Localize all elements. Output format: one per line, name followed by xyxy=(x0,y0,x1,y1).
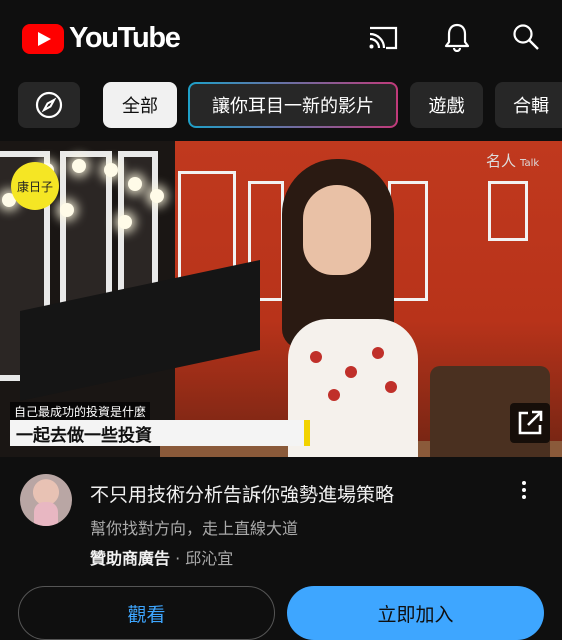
chip-mixes[interactable]: 合輯 xyxy=(495,82,562,128)
search-icon[interactable] xyxy=(509,20,543,54)
compass-icon xyxy=(35,91,63,119)
more-vert-icon xyxy=(522,481,526,499)
brand-watermark: 名人 Talk xyxy=(486,150,539,171)
dress-flower xyxy=(310,351,322,363)
ad-video-thumbnail[interactable]: 康日子 名人 Talk 自己最成功的投資是什麼 一起去做一些投資 xyxy=(0,141,562,457)
chip-label: 讓你耳目一新的影片 xyxy=(212,96,374,117)
dress-flower xyxy=(372,347,384,359)
shelf xyxy=(488,181,528,241)
ad-title[interactable]: 不只用技術分析告訴你強勢進場策略 xyxy=(90,480,394,507)
open-in-new-icon xyxy=(518,410,543,435)
caption-main: 一起去做一些投資 xyxy=(10,420,310,446)
brand-mark-text: 名人 xyxy=(486,152,517,170)
light-bulb xyxy=(60,203,74,217)
chip-label: 全部 xyxy=(122,96,158,117)
brand-mark-sub: Talk xyxy=(520,158,540,169)
cast-icon[interactable] xyxy=(366,20,400,54)
door xyxy=(388,181,428,301)
channel-name: 邱沁宜 xyxy=(185,549,234,568)
watch-label: 觀看 xyxy=(127,603,166,626)
chip-all[interactable]: 全部 xyxy=(103,82,177,128)
dress-flower xyxy=(345,366,357,378)
youtube-logo[interactable]: YouTube xyxy=(22,22,181,55)
caption-question: 自己最成功的投資是什麼 xyxy=(10,402,151,421)
join-label: 立即加入 xyxy=(377,603,454,626)
ad-meta: 贊助商廣告 · 邱沁宜 xyxy=(90,545,233,569)
more-options-button[interactable] xyxy=(512,478,536,502)
explore-button[interactable] xyxy=(18,82,80,128)
light-bulb xyxy=(118,215,132,229)
open-in-new-button[interactable] xyxy=(510,403,550,443)
top-app-bar: YouTube xyxy=(0,0,562,72)
chip-label: 合輯 xyxy=(513,96,549,117)
channel-avatar[interactable] xyxy=(20,474,72,526)
dress-flower xyxy=(385,381,397,393)
light-bulb xyxy=(128,177,142,191)
watch-button[interactable]: 觀看 xyxy=(18,586,275,640)
logo-text: YouTube xyxy=(69,22,181,54)
light-bulb xyxy=(72,159,86,173)
light-bulb xyxy=(150,189,164,203)
sponsored-badge: 贊助商廣告 xyxy=(90,549,171,568)
meta-separator: · xyxy=(175,549,181,568)
youtube-play-icon xyxy=(22,23,64,54)
chip-gaming[interactable]: 遊戲 xyxy=(410,82,483,128)
bell-icon[interactable] xyxy=(440,20,474,54)
dress-flower xyxy=(328,389,340,401)
light-bulb xyxy=(104,163,118,177)
channel-logo-badge: 康日子 xyxy=(11,162,59,210)
chip-fresh-videos[interactable]: 讓你耳目一新的影片 xyxy=(188,82,398,128)
presenter-face xyxy=(303,185,371,275)
chip-label: 遊戲 xyxy=(428,96,465,117)
join-now-button[interactable]: 立即加入 xyxy=(287,586,544,640)
ad-subtitle: 幫你找對方向，走上直線大道 xyxy=(90,519,299,538)
filter-chip-bar: 全部 讓你耳目一新的影片 遊戲 合輯 xyxy=(0,82,562,130)
